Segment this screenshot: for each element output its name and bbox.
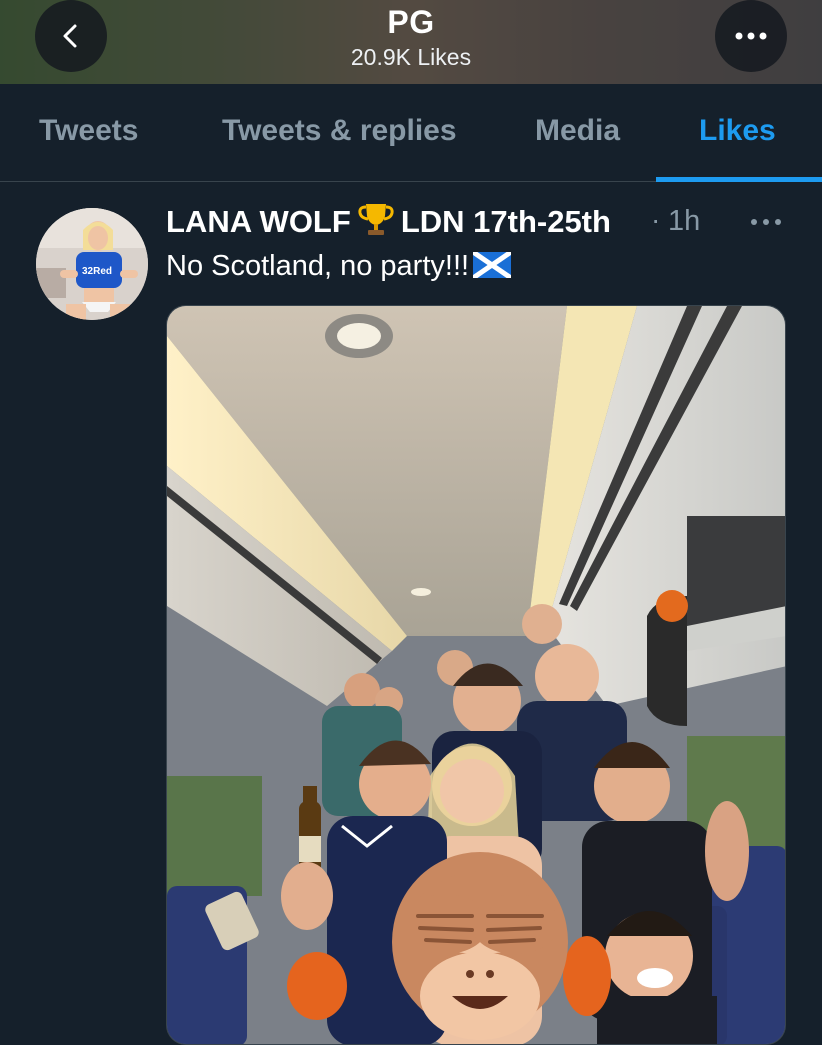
tweet-more-button[interactable]: [748, 212, 784, 232]
likes-count: 20.9K Likes: [350, 44, 472, 70]
tweet-text: No Scotland, no party!!!: [166, 250, 512, 283]
tab-tweets-and-replies[interactable]: Tweets & replies: [222, 114, 457, 148]
more-horizontal-icon: [751, 219, 781, 225]
profile-name: PG: [387, 4, 435, 40]
avatar[interactable]: 32Red: [36, 208, 148, 320]
author-name-part1: LANA WOLF: [166, 204, 351, 239]
tab-tweets[interactable]: Tweets: [39, 114, 138, 148]
tweet-time[interactable]: 1h: [668, 205, 700, 238]
author-name-part2: LDN 17th-25th: [400, 204, 611, 239]
more-horizontal-icon: [735, 32, 767, 40]
profile-header: PG 20.9K Likes: [0, 0, 822, 84]
tweet-author-name[interactable]: LANA WOLF LDN 17th-25th: [166, 200, 611, 240]
profile-tabs: Tweets Tweets & replies Media Likes: [0, 84, 822, 182]
tweet-text-content: No Scotland, no party!!!: [166, 250, 470, 282]
trophy-icon: [358, 204, 394, 235]
active-tab-indicator: [656, 177, 822, 182]
tweet-separator: ·: [651, 204, 661, 235]
tab-media[interactable]: Media: [535, 114, 620, 148]
tab-likes[interactable]: Likes: [699, 114, 776, 148]
tweet-photo[interactable]: [166, 305, 786, 1045]
svg-text:32Red: 32Red: [82, 266, 112, 277]
scotland-flag-icon: [473, 252, 512, 278]
more-button[interactable]: [715, 0, 787, 72]
